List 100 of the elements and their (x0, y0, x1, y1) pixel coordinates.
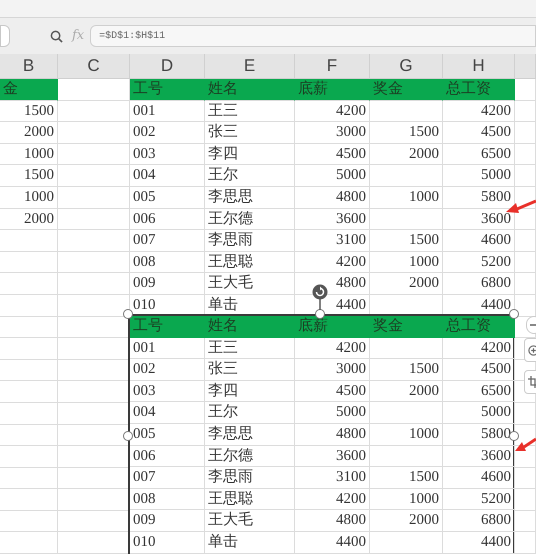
table-cell: 3000 (295, 359, 370, 381)
table-cell: 5000 (443, 402, 515, 424)
table-cell: 王尔 (205, 402, 295, 424)
column-header[interactable]: C (58, 54, 130, 78)
column-header[interactable]: F (295, 54, 370, 78)
table-cell: 1000 (0, 144, 58, 166)
resize-handle[interactable] (315, 309, 325, 319)
column-header[interactable]: B (0, 54, 58, 78)
table-cell: 张三 (205, 359, 295, 381)
table-cell: 4200 (295, 488, 370, 510)
pasted-picture[interactable] (128, 314, 515, 554)
table-cell: 4200 (443, 100, 515, 122)
resize-handle[interactable] (123, 309, 133, 319)
rotate-handle[interactable] (312, 284, 328, 310)
table-cell: 2000 (370, 380, 443, 402)
table-cell: 李四 (205, 144, 295, 166)
table-cell: 5000 (295, 165, 370, 187)
table-cell: 王尔德 (205, 446, 295, 468)
table-cell: 5200 (443, 252, 515, 274)
table-cell: 010 (130, 532, 205, 554)
table-cell: 2000 (370, 510, 443, 532)
table-cell: 1000 (370, 252, 443, 274)
table-cell: 4200 (295, 100, 370, 122)
empty-cell (515, 230, 536, 252)
table-cell: 1000 (0, 186, 58, 209)
table-cell: 4500 (295, 144, 370, 166)
column-header: 姓名 (205, 79, 295, 101)
table-cell: 李思雨 (205, 467, 295, 489)
table-cell: 单击 (205, 532, 295, 554)
pointer-arrow (514, 436, 536, 454)
table-cell: 王大毛 (205, 510, 295, 532)
table-cell: 2000 (370, 144, 443, 166)
formula-input[interactable]: =$D$1:$H$11 (90, 25, 536, 47)
minus-icon (530, 324, 536, 326)
empty-cell (0, 402, 58, 424)
table-cell: 6800 (443, 273, 515, 295)
empty-cell (0, 360, 58, 382)
table-cell: 003 (130, 144, 205, 166)
table-cell: 4800 (295, 424, 370, 446)
empty-cell (515, 100, 536, 122)
empty-cell (515, 273, 536, 295)
empty-cell (58, 252, 130, 274)
column-header: 总工资 (443, 79, 515, 101)
table-cell: 李思思 (205, 186, 295, 209)
table-cell: 3600 (443, 446, 515, 468)
table-cell: 006 (130, 208, 205, 230)
table-cell: 006 (130, 446, 205, 468)
table-cell: 2000 (370, 273, 443, 295)
empty-cell (0, 468, 58, 490)
zoom-in-icon (528, 344, 536, 356)
table-cell: 1000 (370, 488, 443, 510)
table-cell: 王思聪 (205, 252, 295, 274)
empty-cell (0, 532, 58, 554)
column-header[interactable]: G (370, 54, 443, 78)
empty-cell (515, 510, 536, 532)
resize-handle[interactable] (509, 309, 519, 319)
table-cell: 1500 (0, 100, 58, 122)
empty-cell (515, 468, 536, 490)
table-cell: 008 (130, 252, 205, 274)
table-cell: 007 (130, 467, 205, 489)
empty-cell (58, 273, 130, 295)
column-header[interactable]: D (130, 54, 205, 78)
table-cell: 4600 (443, 230, 515, 252)
column-header: 底薪 (295, 316, 370, 338)
resize-handle[interactable] (509, 431, 519, 441)
column-header[interactable]: H (443, 54, 515, 78)
empty-cell (0, 252, 58, 274)
table-cell: 3000 (295, 122, 370, 144)
table-cell: 5000 (295, 402, 370, 424)
column-header[interactable]: E (205, 54, 295, 78)
table-cell: 3100 (295, 467, 370, 489)
table-cell: 4400 (295, 532, 370, 554)
table-cell: 1500 (370, 467, 443, 489)
table-cell: 李思思 (205, 424, 295, 446)
table-cell: 4500 (443, 359, 515, 381)
zoom-icon[interactable] (50, 30, 63, 42)
table-cell: 4200 (295, 338, 370, 360)
table-cell: 王三 (205, 100, 295, 122)
empty-cell (58, 144, 130, 166)
table-cell: 004 (130, 402, 205, 424)
table-cell: 4200 (295, 252, 370, 274)
table-cell: 001 (130, 100, 205, 122)
table-cell: 3100 (295, 230, 370, 252)
column-header: 总工资 (443, 316, 515, 338)
table-cell: 4600 (443, 467, 515, 489)
column-header: 姓名 (205, 316, 295, 338)
table-cell: 王三 (205, 338, 295, 360)
table-cell: 1500 (0, 165, 58, 187)
empty-cell (515, 402, 536, 424)
empty-cell (515, 489, 536, 511)
column-header: 金 (0, 79, 58, 101)
empty-cell (515, 252, 536, 274)
table-cell: 1500 (370, 359, 443, 381)
empty-cell (0, 338, 58, 360)
empty-cell (0, 381, 58, 403)
table-cell: 6500 (443, 144, 515, 166)
resize-handle[interactable] (123, 431, 133, 441)
empty-cell (0, 489, 58, 511)
table-cell: 3600 (295, 208, 370, 230)
empty-cell (58, 122, 130, 144)
